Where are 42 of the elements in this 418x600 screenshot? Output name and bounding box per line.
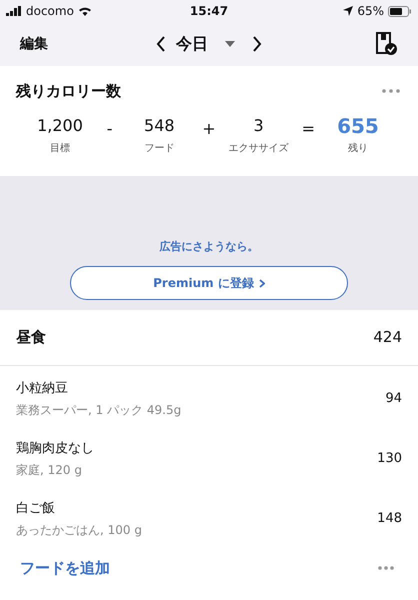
food-detail: あったかごはん, 100 g — [16, 522, 142, 540]
meal-title: 昼食 — [16, 327, 46, 348]
card-title: 残りカロリー数 — [16, 81, 121, 102]
location-icon — [343, 6, 354, 16]
more-icon[interactable] — [382, 89, 400, 94]
calorie-label: エクササイズ — [228, 142, 289, 156]
date-label[interactable]: 今日 — [176, 32, 208, 56]
operator-sign: = — [301, 118, 316, 140]
food-calories: 94 — [385, 390, 402, 408]
food-detail: 家庭, 120 g — [16, 462, 83, 480]
meal-total: 424 — [373, 327, 402, 348]
chevron-left-icon[interactable] — [156, 36, 166, 52]
food-detail: 業務スーパー, 1 パック 49.5g — [16, 402, 182, 420]
calorie-value: 548 — [144, 114, 175, 136]
calorie-label: 目標 — [50, 142, 70, 156]
diary-check-icon[interactable] — [376, 32, 398, 56]
caret-icon[interactable] — [224, 40, 236, 48]
signal-icon — [6, 6, 22, 16]
ad-message: 広告にさようなら。 — [160, 238, 258, 254]
chevron-right-icon[interactable] — [252, 36, 262, 52]
calorie-label: 残り — [348, 142, 368, 156]
food-name[interactable]: 小粒納豆 — [16, 378, 182, 398]
clock: 15:47 — [188, 3, 230, 20]
food-calories: 130 — [377, 450, 402, 468]
wifi-icon — [78, 6, 92, 16]
edit-button[interactable]: 編集 — [20, 34, 48, 54]
remaining-value: 655 — [337, 114, 379, 136]
food-name[interactable]: 白ご飯 — [16, 498, 142, 518]
operator-sign: + — [202, 118, 216, 140]
battery-icon — [388, 6, 412, 16]
food-calories: 148 — [377, 510, 402, 528]
food-name[interactable]: 鶏胸肉皮なし — [16, 438, 94, 458]
chevron-right-icon — [258, 278, 265, 288]
battery-percent: 65% — [357, 3, 384, 20]
calorie-value: 1,200 — [37, 114, 83, 136]
operator-sign: - — [106, 118, 114, 140]
premium-button[interactable]: Premium に登録 — [70, 266, 348, 300]
carrier-name: docomo — [26, 3, 74, 20]
calorie-value: 3 — [254, 114, 264, 136]
calorie-label: フード — [144, 142, 174, 156]
more-icon[interactable] — [378, 566, 394, 570]
add-food-link[interactable]: フードを追加 — [20, 556, 110, 580]
